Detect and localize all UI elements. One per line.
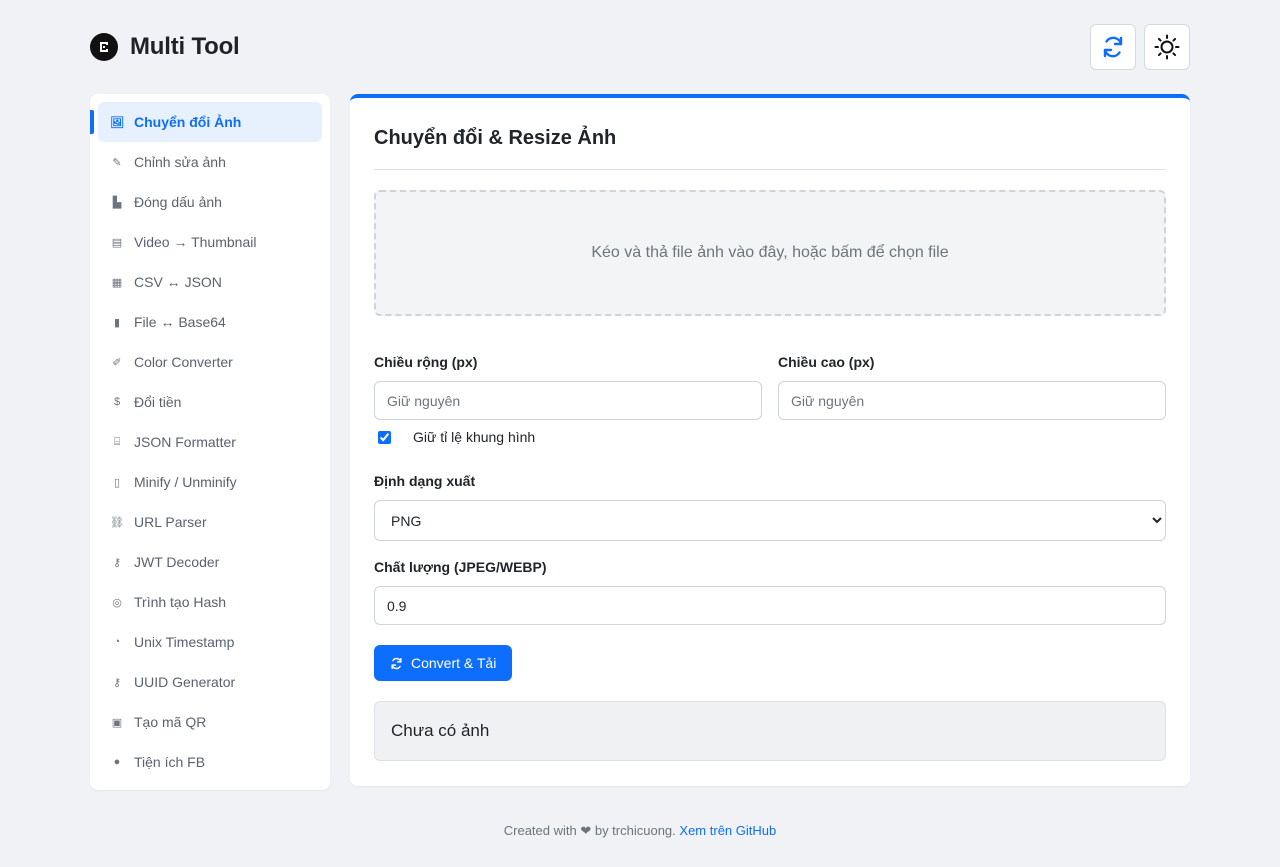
sidebar-item[interactable]: $ Đổi tiền [98, 382, 322, 422]
footer-text: Created with ❤ by trchicuong. [503, 823, 676, 838]
brush-icon: ✐ [112, 356, 122, 369]
app-title: Multi Tool [130, 33, 240, 60]
fingerprint-icon: ◎ [112, 596, 122, 609]
sidebar-item-label: Đóng dấu ảnh [134, 194, 222, 210]
link-icon: ⛓ [110, 516, 124, 529]
dropzone-text: Kéo và thả file ảnh vào đây, hoặc bấm để… [591, 244, 949, 261]
pencil-icon: ✎ [112, 156, 122, 169]
logo-icon [90, 33, 118, 61]
sidebar-item-label: JSON Formatter [134, 434, 236, 450]
sidebar-item-label: Đổi tiền [134, 394, 182, 410]
theme-toggle-button[interactable] [1144, 24, 1190, 70]
sidebar-item-label: Chuyển đổi Ảnh [134, 114, 242, 130]
sidebar-item[interactable]: ▮ File ↔ Base64 [98, 302, 322, 342]
sidebar-item[interactable]: ▦ CSV ↔ JSON [98, 262, 322, 302]
sidebar-item[interactable]: 🖼 Chuyển đổi Ảnh [90, 102, 322, 142]
sidebar: 🖼 Chuyển đổi Ảnh ✎ Chỉnh sửa ảnh ▙ Đóng dấu ả… [90, 94, 330, 790]
sidebar-item-label: UUID Generator [134, 674, 236, 690]
main-panel: Chuyển đổi & Resize Ảnh Kéo và thả file … [350, 94, 1190, 786]
sidebar-item[interactable]: ▤ Video → Thumbnail [98, 222, 322, 262]
width-input[interactable] [374, 381, 762, 420]
refresh-icon [1103, 36, 1123, 58]
sidebar-item[interactable]: ⛓ URL Parser [98, 502, 322, 542]
refresh-button[interactable] [1090, 24, 1136, 70]
keep-ratio-checkbox[interactable] [378, 430, 391, 444]
sidebar-item[interactable]: ▣ Tạo mã QR [98, 702, 322, 742]
github-link[interactable]: Xem trên GitHub [679, 823, 776, 838]
sidebar-item-label: Unix Timestamp [134, 634, 235, 650]
sidebar-item[interactable]: ⚷ UUID Generator [98, 662, 322, 702]
sidebar-item[interactable]: ▙ Đóng dấu ảnh [98, 182, 322, 222]
sidebar-item[interactable]: ● Tiện ích FB [98, 742, 322, 782]
sidebar-item-label: JWT Decoder [134, 554, 220, 570]
stopwatch-icon: ◔ [113, 636, 121, 648]
sidebar-item-label: Tạo mã QR [134, 714, 207, 730]
csv-file-icon: ▦ [111, 276, 123, 289]
keep-ratio-label: Giữ tỉ lệ khung hình [413, 429, 536, 445]
format-label: Định dạng xuất [374, 473, 476, 489]
width-label: Chiều rộng (px) [374, 354, 478, 370]
sidebar-item-label: Color Converter [134, 354, 233, 370]
sidebar-item[interactable]: ◎ Trình tạo Hash [98, 582, 322, 622]
sidebar-item-label: File ↔ Base64 [134, 314, 226, 330]
sidebar-item-label: CSV ↔ JSON [134, 274, 222, 290]
sidebar-item-label: Video → Thumbnail [134, 234, 257, 250]
key-icon: ⚷ [112, 676, 122, 689]
result-preview: Chưa có ảnh [374, 701, 1166, 761]
image-icon: 🖼 [110, 116, 124, 129]
file-code-icon: ▯ [113, 476, 121, 489]
sidebar-item-label: Tiện ích FB [134, 754, 206, 770]
brand[interactable]: Multi Tool [90, 33, 240, 61]
coin-icon: $ [113, 396, 121, 408]
format-select[interactable]: PNG [374, 500, 1166, 541]
convert-button-label: Convert & Tải [411, 655, 497, 671]
quality-label: Chất lượng (JPEG/WEBP) [374, 559, 547, 575]
sidebar-item[interactable]: ⌸ JSON Formatter [98, 422, 322, 462]
sun-icon [1154, 34, 1180, 60]
sidebar-item[interactable]: ✐ Color Converter [98, 342, 322, 382]
facebook-icon: ● [113, 756, 121, 768]
height-input[interactable] [778, 381, 1166, 420]
image-dropzone[interactable]: Kéo và thả file ảnh vào đây, hoặc bấm để… [374, 190, 1166, 316]
sidebar-item-label: Minify / Unminify [134, 474, 237, 490]
key-icon: ⚷ [112, 556, 122, 569]
code-icon: ⌸ [113, 435, 121, 448]
file-icon: ▮ [113, 316, 121, 329]
height-label: Chiều cao (px) [778, 354, 875, 370]
sidebar-item[interactable]: ▯ Minify / Unminify [98, 462, 322, 502]
sidebar-item-label: URL Parser [134, 514, 207, 530]
result-text: Chưa có ảnh [391, 721, 490, 740]
quality-input[interactable] [374, 586, 1166, 625]
sidebar-item-label: Trình tạo Hash [134, 594, 227, 610]
qrcode-icon: ▣ [111, 716, 123, 729]
sidebar-item[interactable]: ◔ Unix Timestamp [98, 622, 322, 662]
header: Multi Tool [90, 24, 1190, 70]
sidebar-item-label: Chỉnh sửa ảnh [134, 154, 226, 170]
footer: Created with ❤ by trchicuong. Xem trên G… [0, 823, 1280, 839]
film-icon: ▤ [111, 236, 123, 249]
sidebar-item[interactable]: ✎ Chỉnh sửa ảnh [98, 142, 322, 182]
convert-download-button[interactable]: Convert & Tải [374, 645, 513, 681]
page-title: Chuyển đổi & Resize Ảnh [374, 98, 1166, 170]
sidebar-item[interactable]: ⚷ JWT Decoder [98, 542, 322, 582]
refresh-icon [391, 657, 402, 669]
stamp-icon: ▙ [112, 196, 122, 209]
